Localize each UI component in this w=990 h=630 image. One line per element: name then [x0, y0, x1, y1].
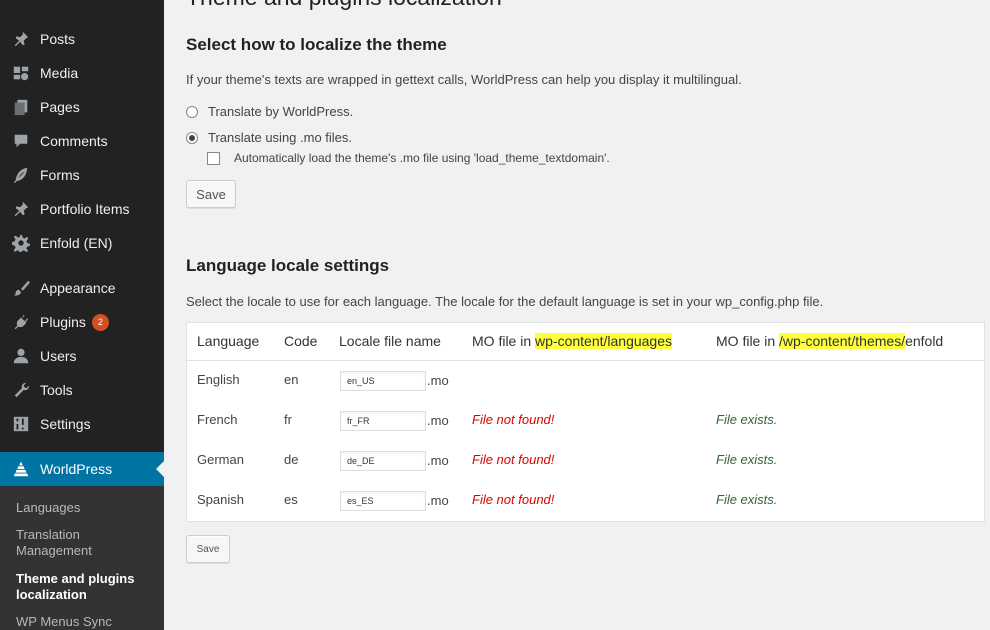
column-header-code: Code	[284, 333, 318, 349]
locale-input-de[interactable]: de_DE	[340, 451, 426, 471]
submenu-item-wp-menus-sync[interactable]: WP Menus Sync	[16, 614, 156, 630]
feather-icon	[11, 165, 31, 185]
cell-language: French	[197, 412, 238, 427]
cell-code: de	[284, 452, 299, 467]
pin-icon	[11, 199, 31, 219]
sidebar-item-label: Portfolio Items	[40, 201, 130, 217]
cell-mo-languages: File not found!	[472, 452, 555, 467]
cell-language: German	[197, 452, 244, 467]
sidebar-item-users[interactable]: Users	[0, 339, 164, 373]
checkbox-autoload-textdomain[interactable]	[207, 151, 220, 165]
active-arrow	[156, 461, 164, 477]
cell-code: es	[284, 492, 298, 507]
sidebar-item-label: Pages	[40, 99, 80, 115]
theme-section-description: If your theme's texts are wrapped in get…	[186, 72, 742, 87]
sidebar-item-label: Settings	[40, 416, 91, 432]
sidebar-item-label: Enfold (EN)	[40, 235, 113, 251]
cell-mo-theme: File exists.	[716, 452, 778, 467]
plug-icon	[11, 312, 31, 332]
cell-language: Spanish	[197, 492, 244, 507]
option-autoload-textdomain[interactable]: Automatically load the theme's .mo file …	[207, 151, 610, 165]
sidebar-item-label: Media	[40, 65, 79, 81]
admin-sidebar: Posts Media Pages Comments Forms Portfol…	[0, 0, 164, 630]
sidebar-item-appearance[interactable]: Appearance	[0, 271, 164, 305]
column-header-language: Language	[197, 333, 260, 349]
user-icon	[11, 346, 31, 366]
cell-language: English	[197, 372, 240, 387]
sidebar-item-label: Comments	[40, 133, 108, 149]
sidebar-item-label: Posts	[40, 31, 76, 47]
locale-input-fr[interactable]: fr_FR	[340, 411, 426, 431]
sidebar-item-tools[interactable]: Tools	[0, 373, 164, 407]
option-label: Translate by WorldPress.	[208, 104, 354, 119]
cell-mo-languages: File not found!	[472, 492, 555, 507]
sidebar-item-media[interactable]: Media	[0, 56, 164, 90]
save-theme-button[interactable]: Save	[186, 180, 236, 208]
wrench-icon	[11, 380, 31, 400]
sidebar-item-label: Appearance	[40, 280, 116, 296]
worldpress-icon	[11, 459, 31, 479]
brush-icon	[11, 278, 31, 298]
cell-mo-theme: File exists.	[716, 492, 778, 507]
radio-translate-by-worldpress[interactable]	[186, 105, 198, 118]
submenu-item-theme-plugins-localization[interactable]: Theme and plugins localization	[16, 571, 156, 603]
plugins-update-badge: 2	[91, 313, 109, 331]
media-icon	[11, 63, 31, 83]
locale-input-en[interactable]: en_US	[340, 371, 426, 391]
sidebar-item-label: WorldPress	[40, 461, 113, 477]
comment-icon	[11, 131, 31, 151]
radio-translate-using-mo[interactable]	[186, 131, 198, 144]
column-header-locale: Locale file name	[339, 333, 441, 349]
sidebar-item-label: Users	[40, 348, 77, 364]
cell-ext: .mo	[427, 493, 449, 508]
sidebar-item-posts[interactable]: Posts	[0, 22, 164, 56]
theme-section-heading: Select how to localize the theme	[186, 35, 447, 54]
sidebar-item-worldpress[interactable]: WorldPress	[0, 452, 164, 486]
page-title: Theme and plugins localization	[186, 0, 502, 11]
option-translate-by-worldpress[interactable]: Translate by WorldPress.	[186, 104, 353, 119]
main-content: Theme and plugins localization Select ho…	[186, 0, 986, 630]
locale-section-heading: Language locale settings	[186, 256, 390, 275]
locale-section-description: Select the locale to use for each langua…	[186, 294, 824, 309]
cell-code: en	[284, 372, 299, 387]
sidebar-item-pages[interactable]: Pages	[0, 90, 164, 124]
sidebar-item-forms[interactable]: Forms	[0, 158, 164, 192]
table-header-divider	[187, 360, 984, 361]
sidebar-item-settings[interactable]: Settings	[0, 407, 164, 441]
gear-icon	[11, 233, 31, 253]
cell-ext: .mo	[427, 453, 449, 468]
settings-icon	[11, 414, 31, 434]
cell-code: fr	[284, 412, 292, 427]
sidebar-item-enfold[interactable]: Enfold (EN)	[0, 226, 164, 260]
option-translate-using-mo[interactable]: Translate using .mo files.	[186, 130, 352, 145]
sidebar-item-label: Plugins	[40, 314, 86, 330]
submenu-item-translation-management[interactable]: Translation Management	[16, 527, 156, 559]
checkbox-label: Automatically load the theme's .mo file …	[234, 151, 610, 165]
sidebar-item-portfolio-items[interactable]: Portfolio Items	[0, 192, 164, 226]
pin-icon	[11, 29, 31, 49]
column-header-mo-languages: MO file in wp-content/languages	[472, 333, 673, 349]
submenu-item-languages[interactable]: Languages	[16, 500, 156, 516]
cell-ext: .mo	[427, 413, 449, 428]
cell-mo-languages: File not found!	[472, 412, 555, 427]
locale-table: Language Code Locale file name MO file i…	[186, 322, 985, 522]
sidebar-item-label: Forms	[40, 167, 80, 183]
sidebar-item-label: Tools	[40, 382, 73, 398]
sidebar-item-plugins[interactable]: Plugins 2	[0, 305, 164, 339]
save-locale-button[interactable]: Save	[186, 535, 230, 563]
column-header-mo-theme: MO file in /wp-content/themes/enfold	[716, 333, 944, 349]
locale-input-es[interactable]: es_ES	[340, 491, 426, 511]
option-label: Translate using .mo files.	[208, 130, 353, 145]
cell-ext: .mo	[427, 373, 449, 388]
sidebar-item-comments[interactable]: Comments	[0, 124, 164, 158]
pages-icon	[11, 97, 31, 117]
worldpress-submenu: Languages Translation Management Theme a…	[0, 486, 164, 630]
cell-mo-theme: File exists.	[716, 412, 778, 427]
